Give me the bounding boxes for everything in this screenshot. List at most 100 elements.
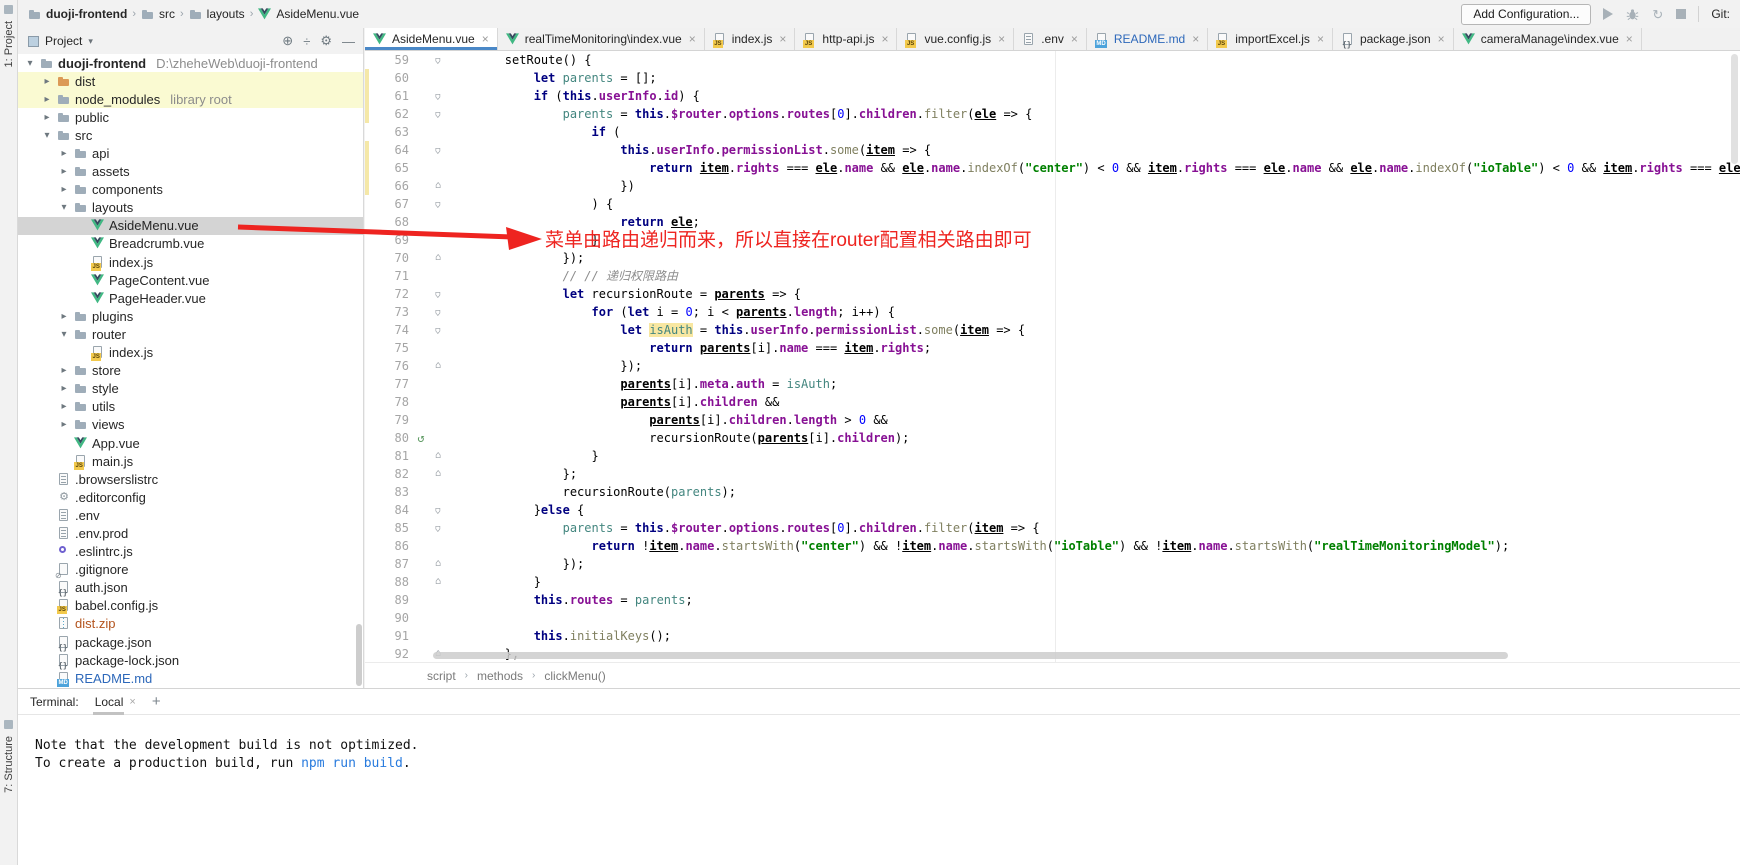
new-terminal-icon[interactable]: +	[152, 693, 161, 710]
fold-marker[interactable]: ⌂	[429, 501, 447, 519]
tree-row[interactable]: ▸style	[18, 380, 363, 398]
tree-row[interactable]: .env.prod	[18, 524, 363, 542]
git-label[interactable]: Git:	[1711, 7, 1730, 21]
fold-marker[interactable]: ⌂	[429, 321, 447, 339]
fold-marker[interactable]: ⌂	[429, 105, 447, 123]
fold-marker[interactable]: ⌂	[429, 249, 447, 267]
line-number[interactable]: 77	[369, 375, 413, 393]
line-number[interactable]: 91	[369, 627, 413, 645]
terminal-output[interactable]: Note that the development build is not o…	[18, 715, 1740, 773]
tool-button-project[interactable]: 1: Project	[3, 21, 15, 67]
stop-icon[interactable]	[1676, 9, 1686, 19]
fold-marker[interactable]	[429, 267, 447, 285]
rerun-icon[interactable]: ↻	[1652, 8, 1663, 21]
fold-marker[interactable]	[429, 375, 447, 393]
line-number[interactable]: 66	[369, 177, 413, 195]
editor[interactable]: AsideMenu.vue×realTimeMonitoring\index.v…	[365, 28, 1740, 688]
line-number[interactable]: 84	[369, 501, 413, 519]
fold-marker[interactable]	[429, 537, 447, 555]
tree-row[interactable]: JSindex.js	[18, 253, 363, 271]
line-number[interactable]: 80	[369, 429, 413, 447]
close-icon[interactable]: ×	[129, 696, 135, 708]
line-number[interactable]: 86	[369, 537, 413, 555]
close-icon[interactable]: ×	[1626, 32, 1633, 46]
line-number[interactable]: 72	[369, 285, 413, 303]
line-number[interactable]: 61	[369, 87, 413, 105]
collapse-all-icon[interactable]: ÷	[303, 34, 310, 49]
tool-button-structure[interactable]: 7: Structure	[3, 736, 15, 793]
settings-icon[interactable]: ⚙	[320, 33, 332, 49]
fold-marker[interactable]	[429, 213, 447, 231]
line-number[interactable]: 59	[369, 51, 413, 69]
line-number[interactable]: 89	[369, 591, 413, 609]
fold-marker[interactable]	[429, 123, 447, 141]
editor-tab[interactable]: JSindex.js×	[705, 28, 796, 50]
tree-row[interactable]: {}package-lock.json	[18, 651, 363, 669]
breadcrumb-item[interactable]: clickMenu()	[544, 669, 605, 683]
close-icon[interactable]: ×	[1071, 32, 1078, 46]
fold-marker[interactable]: ⌂	[429, 195, 447, 213]
fold-marker[interactable]: ⌂	[429, 51, 447, 69]
tree-row[interactable]: PageContent.vue	[18, 271, 363, 289]
tree-row[interactable]: ⚙.editorconfig	[18, 488, 363, 506]
tree-row[interactable]: ▸components	[18, 181, 363, 199]
editor-tab[interactable]: MDREADME.md×	[1087, 28, 1208, 50]
fold-marker[interactable]: ⌂	[429, 447, 447, 465]
fold-marker[interactable]: ⌂	[429, 141, 447, 159]
fold-marker[interactable]	[429, 231, 447, 249]
fold-marker[interactable]: ⌂	[429, 465, 447, 483]
editor-tab[interactable]: JSimportExcel.js×	[1208, 28, 1333, 50]
tree-row[interactable]: JSbabel.config.js	[18, 597, 363, 615]
line-number[interactable]: 78	[369, 393, 413, 411]
fold-marker[interactable]	[429, 591, 447, 609]
tree-row[interactable]: AsideMenu.vue	[18, 217, 363, 235]
close-icon[interactable]: ×	[1192, 32, 1199, 46]
line-number[interactable]: 65	[369, 159, 413, 177]
line-number[interactable]: 83	[369, 483, 413, 501]
fold-marker[interactable]: ⌂	[429, 573, 447, 591]
line-number[interactable]: 64	[369, 141, 413, 159]
tree-row[interactable]: ▸assets	[18, 163, 363, 181]
fold-marker[interactable]: ⌂	[429, 519, 447, 537]
editor-tab[interactable]: {}package.json×	[1333, 28, 1454, 50]
tree-row[interactable]: {}package.json	[18, 633, 363, 651]
tree-row[interactable]: ▸public	[18, 108, 363, 126]
fold-marker[interactable]	[429, 159, 447, 177]
close-icon[interactable]: ×	[779, 32, 786, 46]
breadcrumb-item[interactable]: AsideMenu.vue	[258, 7, 359, 21]
tree-row[interactable]: MDREADME.md	[18, 669, 363, 687]
tree-row[interactable]: Breadcrumb.vue	[18, 235, 363, 253]
tree-row[interactable]: ▸views	[18, 416, 363, 434]
tree-row[interactable]: ⊘.gitignore	[18, 561, 363, 579]
line-number[interactable]: 92	[369, 645, 413, 662]
line-number[interactable]: 73	[369, 303, 413, 321]
close-icon[interactable]: ×	[881, 32, 888, 46]
line-number[interactable]: 82	[369, 465, 413, 483]
line-number[interactable]: 76	[369, 357, 413, 375]
tree-row[interactable]: ▾layouts	[18, 199, 363, 217]
project-tree-scrollbar[interactable]	[356, 624, 362, 686]
close-icon[interactable]: ×	[689, 32, 696, 46]
fold-marker[interactable]	[429, 339, 447, 357]
fold-marker[interactable]	[429, 69, 447, 87]
line-number[interactable]: 69	[369, 231, 413, 249]
fold-marker[interactable]	[429, 393, 447, 411]
line-number[interactable]: 90	[369, 609, 413, 627]
editor-tab[interactable]: realTimeMonitoring\index.vue×	[498, 28, 705, 50]
line-number[interactable]: 74	[369, 321, 413, 339]
fold-marker[interactable]: ⌂	[429, 285, 447, 303]
breadcrumb-item[interactable]: methods	[477, 669, 523, 683]
tree-row[interactable]: ▸dist	[18, 72, 363, 90]
tree-row[interactable]: ▸api	[18, 144, 363, 162]
project-tool-icon[interactable]	[4, 5, 13, 14]
tree-row[interactable]: .env	[18, 506, 363, 524]
editor-tab[interactable]: JSvue.config.js×	[897, 28, 1014, 50]
tree-row[interactable]: ▸utils	[18, 398, 363, 416]
close-icon[interactable]: ×	[1438, 32, 1445, 46]
vertical-scrollbar[interactable]	[1731, 54, 1738, 164]
tree-row[interactable]: .browserslistrc	[18, 470, 363, 488]
close-icon[interactable]: ×	[482, 32, 489, 46]
tree-row[interactable]: ▾duoji-frontendD:\zheheWeb\duoji-fronten…	[18, 54, 363, 72]
fold-marker[interactable]	[429, 483, 447, 501]
tree-row[interactable]: ▸plugins	[18, 307, 363, 325]
